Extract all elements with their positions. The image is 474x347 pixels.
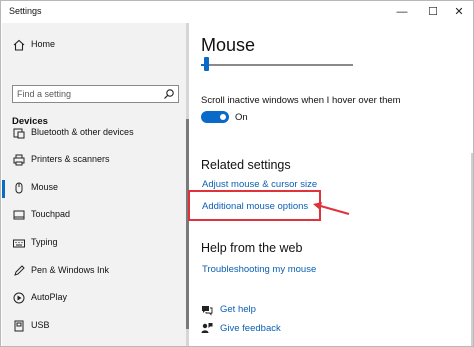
give-feedback-link[interactable]: Give feedback — [220, 323, 281, 334]
main-content: Mouse Scroll inactive windows when I hov… — [188, 23, 473, 346]
sidebar-item-autoplay[interactable]: AutoPlay — [2, 287, 186, 311]
main-scrollbar[interactable] — [471, 153, 473, 346]
scroll-inactive-toggle[interactable] — [201, 111, 229, 123]
sidebar-item-label: Bluetooth & other devices — [31, 127, 134, 137]
troubleshooting-mouse-link[interactable]: Troubleshooting my mouse — [202, 264, 316, 275]
pen-icon — [12, 264, 26, 278]
minimize-button[interactable]: — — [388, 1, 416, 23]
sidebar-item-typing[interactable]: Typing — [2, 232, 186, 256]
chat-help-icon — [201, 303, 213, 316]
toggle-knob — [220, 114, 226, 120]
sidebar-item-usb[interactable]: USB — [2, 315, 186, 339]
get-help-link[interactable]: Get help — [220, 304, 256, 315]
slider-thumb[interactable] — [204, 57, 209, 71]
help-heading: Help from the web — [201, 241, 303, 255]
touchpad-icon — [12, 208, 26, 222]
feedback-person-icon — [201, 321, 213, 333]
sidebar-item-label: AutoPlay — [31, 292, 68, 302]
toggle-state-label: On — [235, 112, 248, 123]
scroll-inactive-label: Scroll inactive windows when I hover ove… — [201, 95, 401, 106]
search-icon[interactable] — [163, 87, 175, 99]
settings-window: Settings — ☐ ✕ Home Devices Bluetooth & … — [0, 0, 474, 347]
bluetooth-icon — [12, 126, 26, 140]
sidebar-item-label: Printers & scanners — [31, 154, 110, 164]
sidebar-item-label: Touchpad — [31, 209, 71, 219]
sidebar-item-bluetooth[interactable]: Bluetooth & other devices — [2, 122, 186, 146]
sidebar-item-mouse[interactable]: Mouse — [2, 177, 186, 201]
close-button[interactable]: ✕ — [445, 1, 473, 23]
search-input[interactable] — [17, 87, 152, 100]
sidebar-item-label: USB — [31, 320, 50, 330]
sidebar-item-label: Mouse — [31, 182, 59, 192]
sidebar-item-label: Pen & Windows Ink — [31, 265, 110, 275]
sidebar-scrollbar[interactable] — [186, 23, 189, 346]
keyboard-icon — [12, 236, 26, 250]
sidebar-item-pen[interactable]: Pen & Windows Ink — [2, 260, 186, 284]
slider-track[interactable] — [201, 64, 353, 66]
title-bar: Settings — ☐ ✕ — [1, 1, 473, 23]
annotation-highlight-box — [188, 190, 321, 221]
sidebar-item-home[interactable]: Home — [2, 34, 186, 58]
home-icon — [12, 38, 26, 52]
sidebar-item-printers[interactable]: Printers & scanners — [2, 149, 186, 173]
mouse-icon — [12, 181, 26, 195]
related-settings-heading: Related settings — [201, 158, 291, 172]
sidebar-item-label: Typing — [31, 237, 58, 247]
adjust-mouse-cursor-link[interactable]: Adjust mouse & cursor size — [202, 179, 317, 190]
maximize-button[interactable]: ☐ — [419, 1, 447, 23]
sidebar-item-touchpad[interactable]: Touchpad — [2, 204, 186, 228]
usb-icon — [12, 319, 26, 333]
annotation-arrow-icon — [313, 202, 350, 215]
search-box[interactable] — [12, 85, 179, 103]
autoplay-icon — [12, 291, 26, 305]
sidebar-item-label: Home — [31, 39, 56, 49]
window-title: Settings — [9, 6, 42, 16]
page-title: Mouse — [201, 35, 256, 55]
sidebar: Home Devices Bluetooth & other devices P… — [2, 23, 186, 346]
printer-icon — [12, 153, 26, 167]
sidebar-scrollbar-thumb[interactable] — [186, 119, 189, 329]
